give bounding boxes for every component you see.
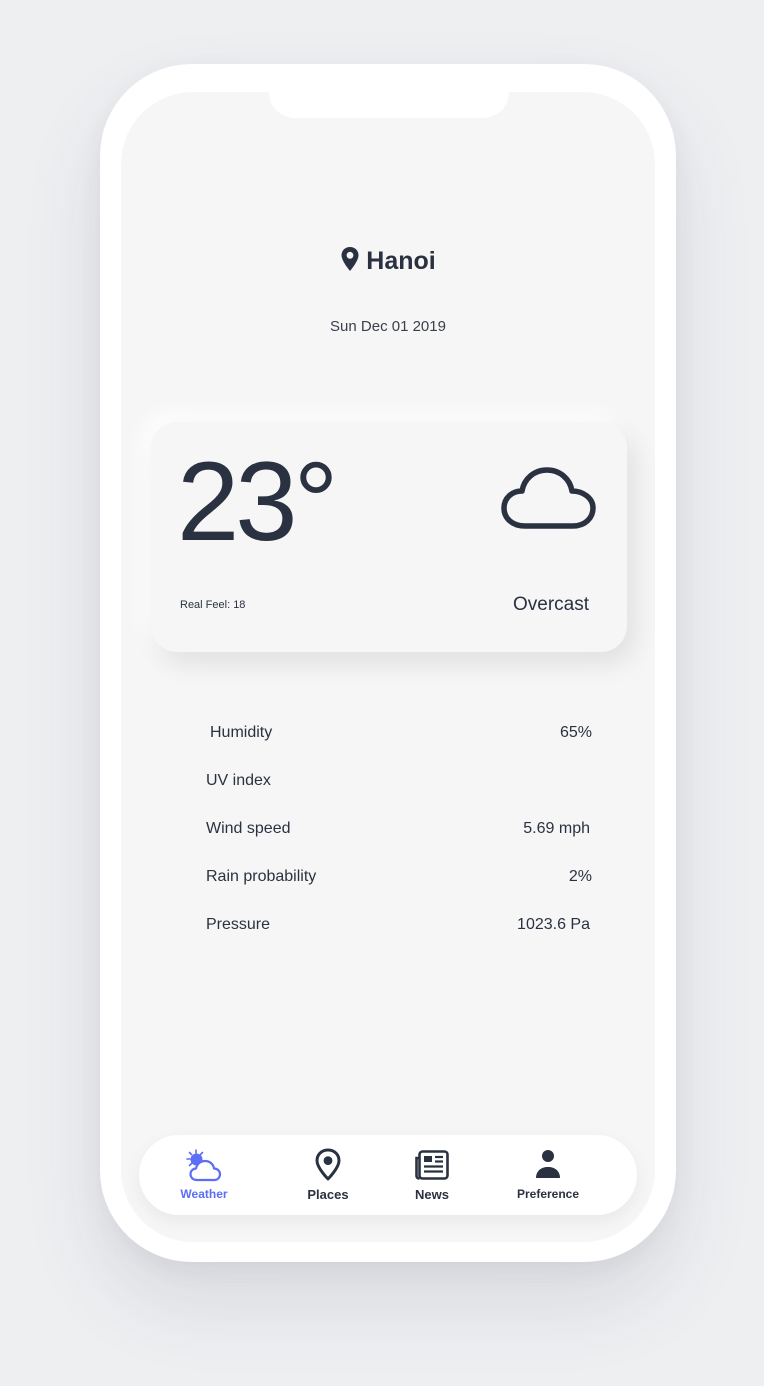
nav-places-label: Places bbox=[307, 1187, 349, 1202]
cloud-icon bbox=[501, 467, 596, 529]
city-name: Hanoi bbox=[366, 247, 436, 275]
real-feel-text: Real Feel: 18 bbox=[180, 599, 246, 611]
nav-weather[interactable]: Weather bbox=[159, 1147, 249, 1201]
bottom-nav: Weather Places News Preference bbox=[139, 1135, 637, 1215]
stat-value: 5.69 mph bbox=[523, 820, 590, 837]
newspaper-icon bbox=[415, 1150, 449, 1180]
stat-row-wind-speed: Wind speed 5.69 mph bbox=[206, 820, 590, 868]
nav-places[interactable]: Places bbox=[283, 1147, 373, 1202]
app-screen: Hanoi Sun Dec 01 2019 23° Real Feel: 18 … bbox=[121, 92, 655, 1242]
nav-preference[interactable]: Preference bbox=[503, 1147, 593, 1201]
stat-label: UV index bbox=[206, 772, 271, 789]
stat-value: 2% bbox=[568, 868, 592, 885]
stat-label: Wind speed bbox=[206, 820, 291, 837]
stat-row-pressure: Pressure 1023.6 Pa bbox=[206, 916, 590, 964]
stat-row-rain-probability: Rain probability 2% bbox=[206, 868, 592, 916]
location-icon bbox=[315, 1148, 341, 1181]
current-weather-card: 23° Real Feel: 18 Overcast bbox=[151, 422, 627, 652]
stat-value: 1023.6 Pa bbox=[517, 916, 590, 933]
weather-stats: Humidity 65% UV index Wind speed 5.69 mp… bbox=[206, 724, 592, 964]
nav-preference-label: Preference bbox=[516, 1187, 580, 1201]
nav-news[interactable]: News bbox=[387, 1147, 477, 1202]
stat-label: Humidity bbox=[210, 724, 273, 741]
stat-row-humidity: Humidity 65% bbox=[206, 724, 592, 772]
stat-row-uv-index: UV index bbox=[206, 772, 590, 820]
sun-cloud-icon bbox=[186, 1149, 222, 1182]
stat-value: 65% bbox=[559, 724, 592, 741]
stat-label: Rain probability bbox=[206, 868, 317, 885]
temperature-value: 23° bbox=[177, 439, 338, 564]
phone-frame: Hanoi Sun Dec 01 2019 23° Real Feel: 18 … bbox=[100, 64, 676, 1262]
nav-news-label: News bbox=[415, 1187, 449, 1202]
current-date: Sun Dec 01 2019 bbox=[330, 318, 446, 335]
phone-notch bbox=[269, 92, 509, 118]
condition-text: Overcast bbox=[512, 594, 589, 615]
map-pin-icon bbox=[341, 247, 359, 271]
person-icon bbox=[536, 1150, 560, 1178]
stat-label: Pressure bbox=[206, 916, 271, 933]
nav-weather-label: Weather bbox=[180, 1187, 228, 1201]
location-header[interactable]: Hanoi bbox=[121, 246, 655, 276]
